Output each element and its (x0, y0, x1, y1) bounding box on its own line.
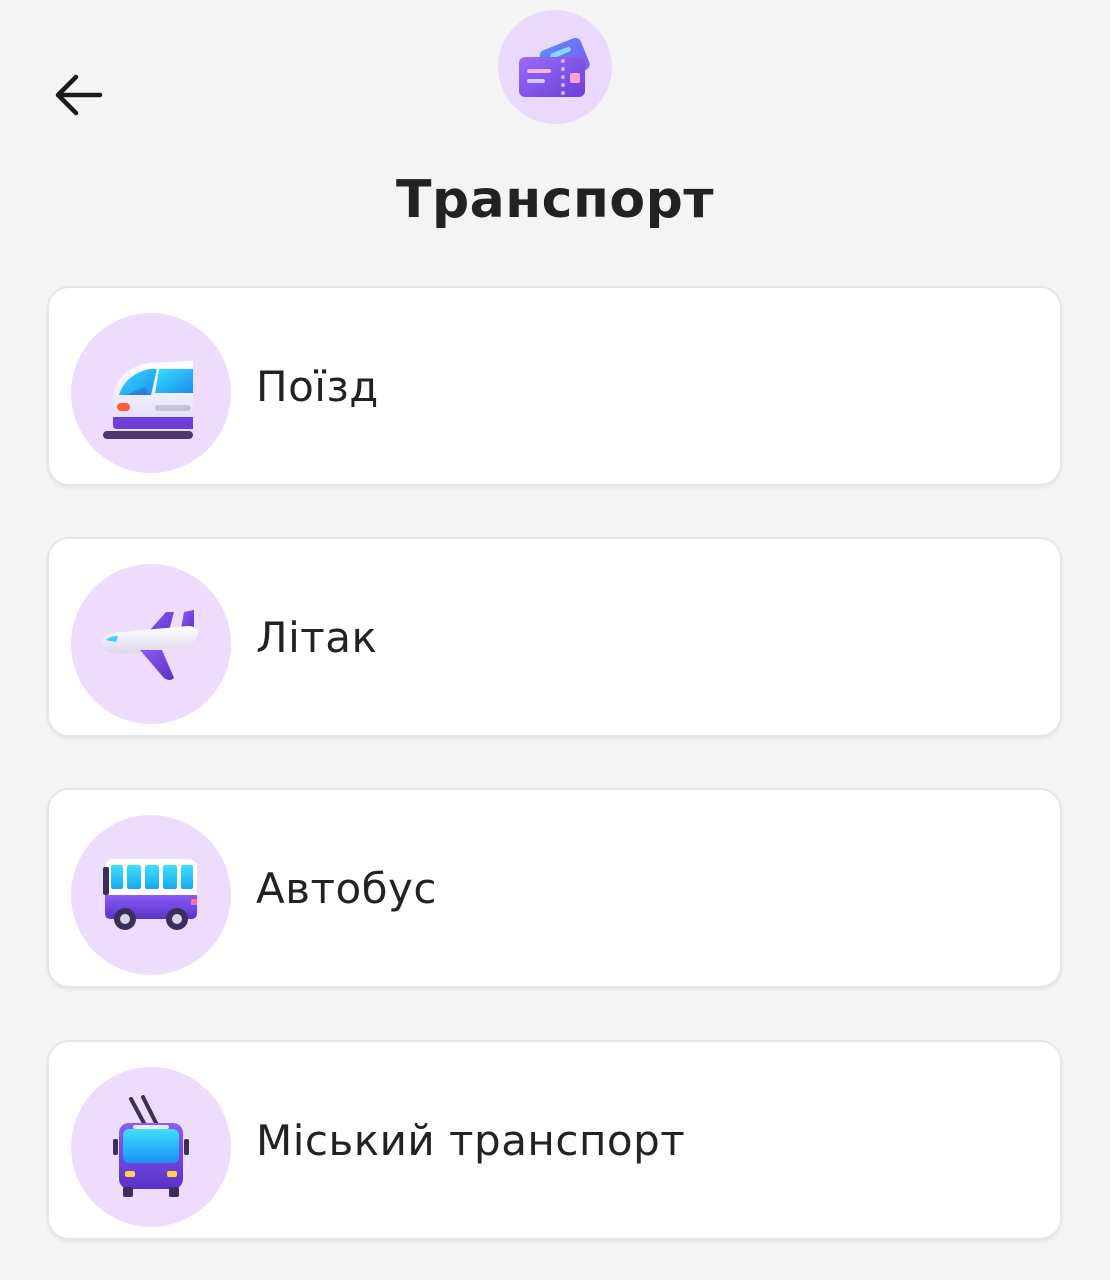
icon-circle (71, 1067, 231, 1227)
train-icon (103, 361, 193, 439)
tickets-icon (519, 37, 590, 97)
item-label: Поїзд (256, 361, 379, 411)
transport-item-bus[interactable]: Автобус (47, 788, 1062, 988)
item-label: Автобус (256, 863, 437, 913)
transport-item-city-transport[interactable]: Міський транспорт (47, 1040, 1062, 1240)
icon-circle (71, 564, 231, 724)
page-title: Транспорт (395, 170, 715, 230)
item-label: Міський транспорт (256, 1115, 686, 1165)
transport-item-airplane[interactable]: Літак (47, 537, 1062, 737)
item-label: Літак (256, 612, 378, 662)
airplane-icon (102, 610, 198, 680)
arrow-left-icon (55, 74, 103, 116)
back-button[interactable] (40, 60, 116, 130)
trolleybus-icon (113, 1095, 189, 1197)
category-icon-badge (498, 10, 612, 124)
icon-circle (71, 815, 231, 975)
icon-circle (71, 313, 231, 473)
bus-icon (103, 859, 197, 930)
transport-item-train[interactable]: Поїзд (47, 286, 1062, 486)
